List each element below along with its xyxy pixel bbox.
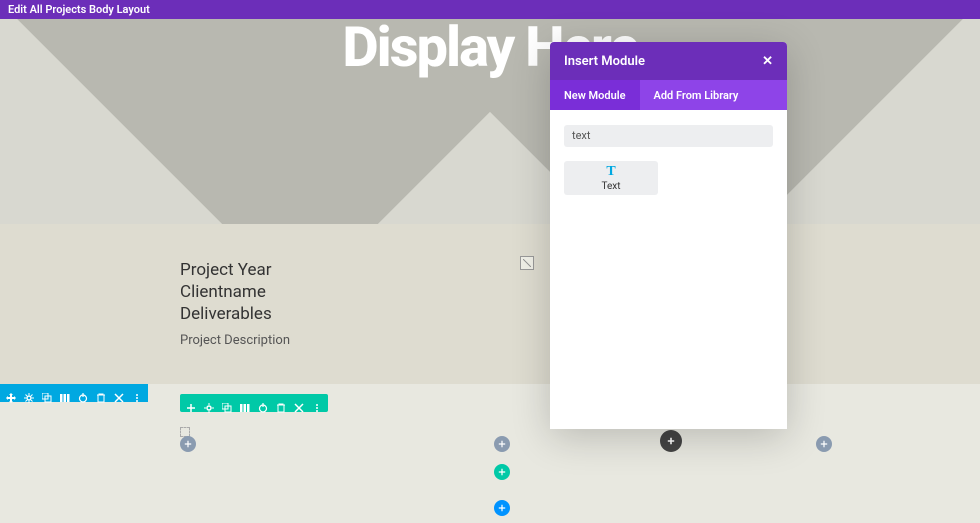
add-module-button[interactable] bbox=[494, 436, 510, 452]
add-row-button[interactable] bbox=[494, 464, 510, 480]
power-icon[interactable] bbox=[258, 398, 268, 408]
hero-section: Display Here bbox=[0, 19, 980, 224]
broken-image-icon bbox=[520, 256, 534, 270]
dots-vertical-icon[interactable] bbox=[132, 388, 142, 398]
tab-add-from-library[interactable]: Add From Library bbox=[640, 80, 753, 110]
modal-title: Insert Module bbox=[564, 54, 645, 69]
gear-icon[interactable] bbox=[24, 388, 34, 398]
columns-icon[interactable] bbox=[60, 388, 70, 398]
add-module-button-active[interactable] bbox=[660, 430, 682, 452]
section-toolbar[interactable] bbox=[0, 384, 148, 402]
content-section: Project Year Clientname Deliverables Pro… bbox=[0, 224, 980, 384]
add-section-button[interactable] bbox=[494, 500, 510, 516]
close-icon[interactable] bbox=[294, 398, 304, 408]
power-icon[interactable] bbox=[78, 388, 88, 398]
module-text[interactable]: T Text bbox=[564, 161, 658, 195]
search-input[interactable] bbox=[564, 125, 773, 147]
modal-body: T Text bbox=[550, 110, 787, 429]
add-module-button[interactable] bbox=[816, 436, 832, 452]
columns-icon[interactable] bbox=[240, 398, 250, 408]
module-label: Text bbox=[601, 181, 620, 192]
duplicate-icon[interactable] bbox=[222, 398, 232, 408]
close-icon[interactable]: ✕ bbox=[762, 54, 773, 69]
modal-tabs: New Module Add From Library bbox=[550, 80, 787, 110]
text-icon: T bbox=[606, 164, 615, 180]
tab-new-module[interactable]: New Module bbox=[550, 80, 640, 110]
module-grid: T Text bbox=[564, 161, 773, 195]
add-module-button[interactable] bbox=[180, 436, 196, 452]
top-bar-title: Edit All Projects Body Layout bbox=[8, 3, 150, 16]
close-icon[interactable] bbox=[114, 388, 124, 398]
trash-icon[interactable] bbox=[96, 388, 106, 398]
row-toolbar[interactable] bbox=[180, 394, 328, 412]
move-icon[interactable] bbox=[6, 388, 16, 398]
trash-icon[interactable] bbox=[276, 398, 286, 408]
duplicate-icon[interactable] bbox=[42, 388, 52, 398]
insert-module-modal: Insert Module ✕ New Module Add From Libr… bbox=[550, 42, 787, 429]
dots-vertical-icon[interactable] bbox=[312, 398, 322, 408]
modal-header: Insert Module ✕ bbox=[550, 42, 787, 80]
footer-area bbox=[0, 384, 980, 523]
gear-icon[interactable] bbox=[204, 398, 214, 408]
plus-icon[interactable] bbox=[186, 398, 196, 408]
top-bar: Edit All Projects Body Layout bbox=[0, 0, 980, 19]
